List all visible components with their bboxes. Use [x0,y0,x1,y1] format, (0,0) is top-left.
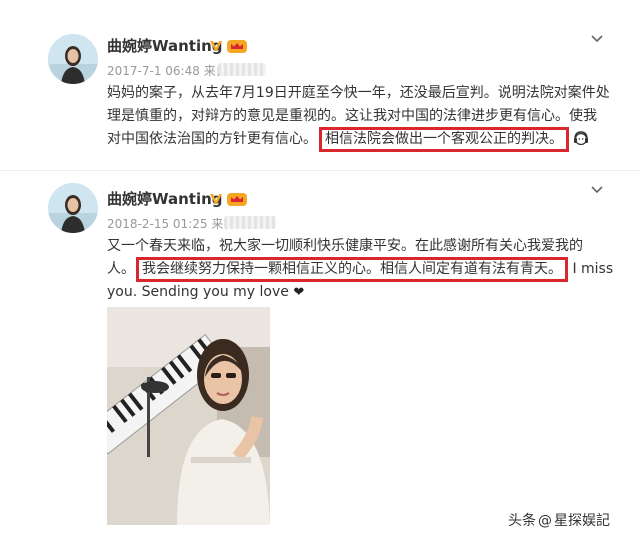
highlighted-sentence: 我会继续努力保持一颗相信正义的心。相信人间定有道有法有青天。 [136,257,568,282]
watermark-prefix: 头条 [508,513,536,529]
vip-crown-icon [227,193,247,206]
post-line: 理是慎重的，对辩方的意见是重视的。这让我对中国的法律进步更有信心。使我 [107,108,597,124]
toutiao-watermark: 头条 @ 星探娱記 [508,510,610,530]
post-date[interactable]: 2017-7-1 06:48 [107,64,200,78]
post-text: 又一个春天来临，祝大家一切顺利快乐健康平安。在此感谢所有关心我爱我的 人。 我会继… [107,235,613,304]
verified-v-icon [210,41,222,51]
watermark-account: 星探娱記 [554,513,610,529]
post-line: 对中国依法治国的方针更有信心。 相信法院会做出一个客观公正的判决。 [107,127,588,152]
chevron-down-icon[interactable] [590,185,604,195]
chevron-down-icon[interactable] [590,34,604,44]
post-line: 妈妈的案子，从去年7月19日开庭至今快一年，还没最后宣判。说明法院对案件处 [107,85,610,101]
weibo-post-2: 曲婉婷Wanting 2018-2-15 01:25 来自 又一个春天来临，祝大… [0,170,640,544]
post-line-text: 对中国依法治国的方针更有信心。 [107,131,317,147]
post-line: you. Sending you my love ❤ [107,281,577,304]
blurred-source [224,216,276,229]
post-text: 妈妈的案子，从去年7月19日开庭至今快一年，还没最后宣判。说明法院对案件处 理是… [107,82,610,152]
selfie-with-keyboard-photo[interactable] [107,307,270,525]
post-date[interactable]: 2018-2-15 01:25 [107,217,208,231]
verified-v-icon [210,194,222,204]
vip-crown-icon [227,40,247,53]
post-line-text: I miss [572,261,614,277]
post-line: 人。 我会继续努力保持一颗相信正义的心。相信人间定有道有法有青天。 I miss [107,257,613,282]
watermark-separator: @ [538,513,552,529]
avatar[interactable] [48,183,98,233]
post-line-text: you. Sending you my love [107,284,289,300]
weibo-post-1: 曲婉婷Wanting 2017-7-1 06:48 来自 妈妈的案子，从去年7月… [0,20,640,170]
avatar[interactable] [48,34,98,84]
highlighted-sentence: 相信法院会做出一个客观公正的判决。 [319,127,569,152]
post-line-text: 人。 [107,261,135,277]
blurred-source [218,63,266,76]
headphones-face-emoji-icon [574,131,588,146]
post-line: 又一个春天来临，祝大家一切顺利快乐健康平安。在此感谢所有关心我爱我的 [107,238,583,254]
post-meta: 2018-2-15 01:25 来自 [107,215,235,232]
author-name[interactable]: 曲婉婷Wanting [107,188,223,209]
post-meta: 2017-7-1 06:48 来自 [107,62,228,79]
heart-icon: ❤ [293,285,305,300]
author-name[interactable]: 曲婉婷Wanting [107,35,223,56]
